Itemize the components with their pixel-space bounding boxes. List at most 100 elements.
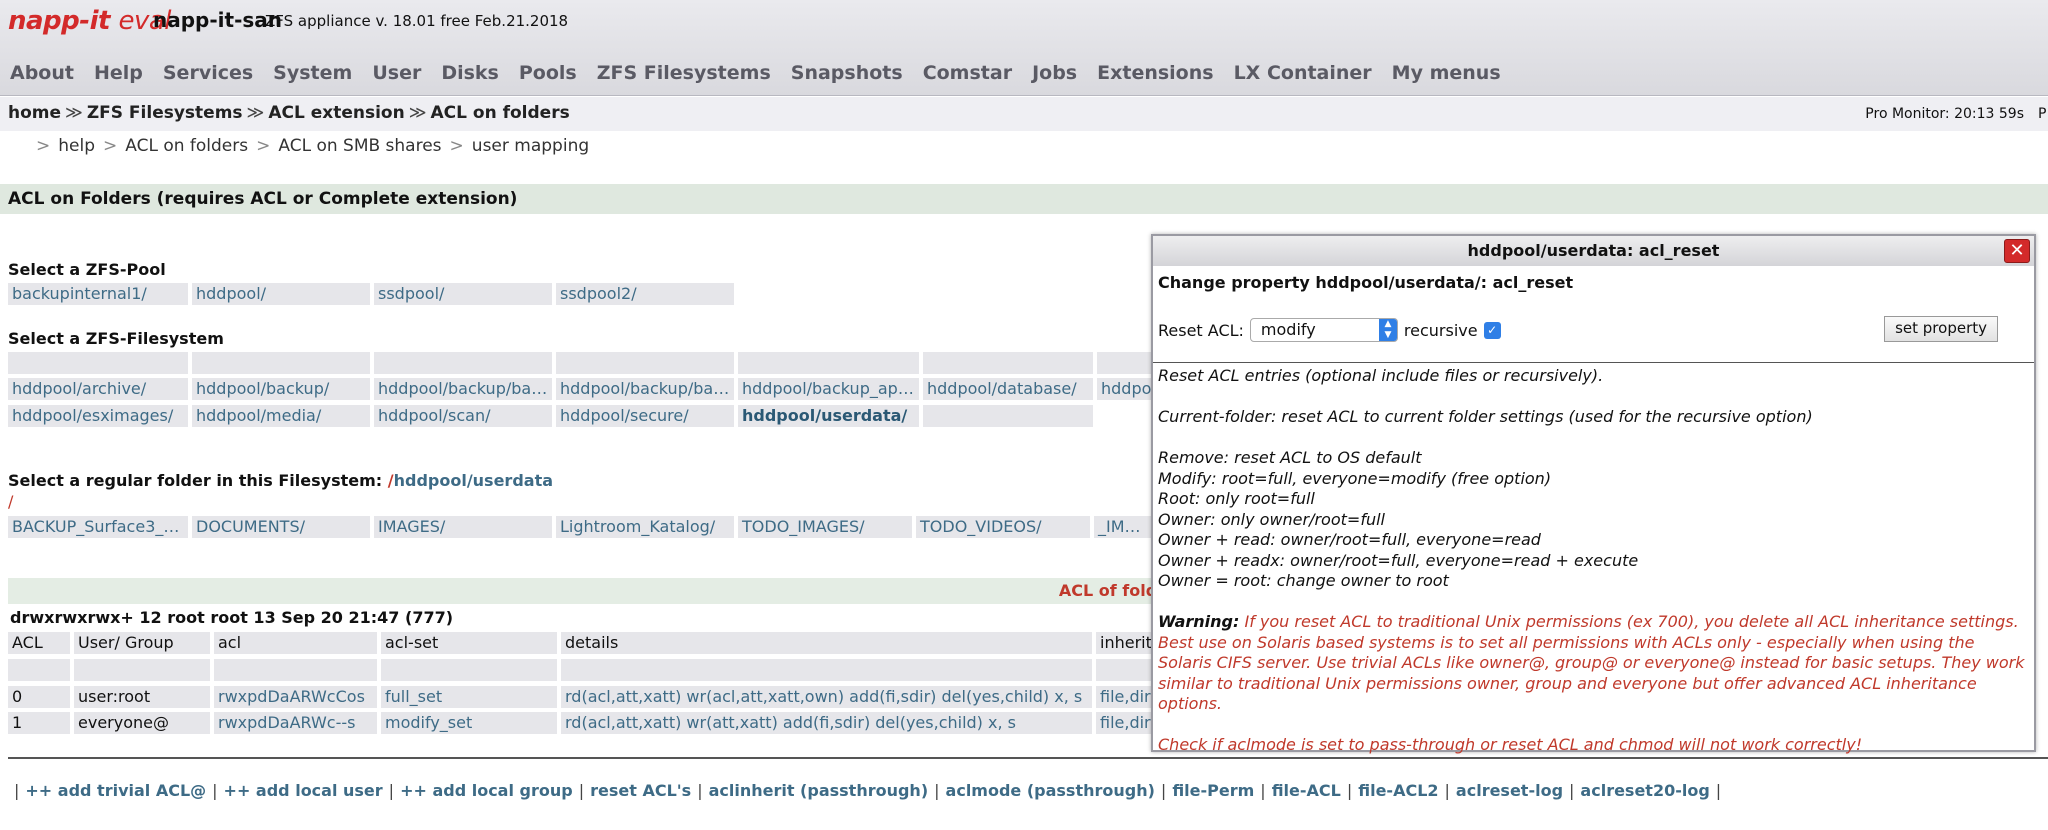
folder-item[interactable]: DOCUMENTS/ (192, 516, 370, 538)
filesystem-item[interactable] (923, 405, 1093, 427)
filesystem-item[interactable]: hddpool/esximages/ (8, 405, 188, 427)
filesystem-item[interactable]: hddpool/database/ (923, 378, 1093, 400)
file-acl-link[interactable]: file-ACL (1272, 781, 1341, 800)
add-local-group-link[interactable]: ++ add local group (400, 781, 573, 800)
pool-label: Select a ZFS-Pool (8, 260, 166, 279)
filesystem-item[interactable]: hddpool/backup/bac.. (374, 378, 552, 400)
app-name: napp-it-san (153, 8, 283, 32)
filesystem-item[interactable]: hddpo (1097, 378, 1157, 400)
pool-list: backupinternal1/ hddpool/ ssdpool/ ssdpo… (8, 283, 734, 305)
acl-set-link[interactable]: full_set (381, 686, 557, 708)
breadcrumb-zfs-filesystems[interactable]: ZFS Filesystems (87, 103, 243, 123)
dialog-subtitle: Change property hddpool/userdata/: acl_r… (1158, 273, 1574, 292)
acl-of-folder-bar: ACL of folde (8, 578, 1168, 604)
dialog-title-bar[interactable]: hddpool/userdata: acl_reset ✕ (1153, 236, 2034, 266)
aclreset20-log-link[interactable]: aclreset20-log (1580, 781, 1709, 800)
filesystem-item[interactable]: hddpool/scan/ (374, 405, 552, 427)
section-title: ACL on Folders (requires ACL or Complete… (0, 184, 2048, 214)
breadcrumb-acl-on-folders[interactable]: ACL on folders (431, 103, 570, 123)
recursive-label: recursive (1403, 320, 1478, 340)
menu-pools[interactable]: Pools (509, 62, 587, 84)
warning-text: Warning: If you reset ACL to traditional… (1158, 612, 2025, 713)
menu-system[interactable]: System (263, 62, 362, 84)
folder-item[interactable]: TODO_VIDEOS/ (916, 516, 1090, 538)
folder-item[interactable]: BACKUP_Surface3_Wi.. (8, 516, 188, 538)
aclmode-link[interactable]: aclmode (passthrough) (946, 781, 1155, 800)
dialog-help-text: Reset ACL entries (optional include file… (1158, 366, 2028, 756)
filesystem-item-selected[interactable]: hddpool/userdata/ (738, 405, 919, 427)
filesystem-item[interactable]: hddpool/secure/ (556, 405, 734, 427)
pool-item[interactable]: ssdpool2/ (556, 283, 734, 305)
acl-set-link[interactable]: modify_set (381, 712, 557, 734)
menu-disks[interactable]: Disks (431, 62, 509, 84)
acl-inheritance-link[interactable]: file,dir (1096, 712, 1156, 734)
filesystem-header-row (8, 352, 1157, 374)
breadcrumb-acl-extension[interactable]: ACL extension (268, 103, 404, 123)
file-perm-link[interactable]: file-Perm (1172, 781, 1254, 800)
subnav-acl-on-folders[interactable]: ACL on folders (125, 136, 248, 156)
aclreset-log-link[interactable]: aclreset-log (1456, 781, 1563, 800)
reset-acl-select[interactable]: modify ▲ ▼ (1249, 318, 1398, 342)
menu-zfs-filesystems[interactable]: ZFS Filesystems (587, 62, 781, 84)
reset-acls-link[interactable]: reset ACL's (590, 781, 691, 800)
acl-inheritance-link[interactable]: file,dir (1096, 686, 1156, 708)
subnav-acl-on-smb-shares[interactable]: ACL on SMB shares (278, 136, 441, 156)
menu-comstar[interactable]: Comstar (913, 62, 1022, 84)
acl-details-link[interactable]: rd(acl,att,xatt) wr(att,xatt) add(fi,sdi… (561, 712, 1092, 734)
pool-item[interactable]: backupinternal1/ (8, 283, 188, 305)
add-trivial-acl-link[interactable]: ++ add trivial ACL@ (25, 781, 206, 800)
set-property-button[interactable]: set property (1884, 316, 1998, 342)
folder-item[interactable]: TODO_IMAGES/ (738, 516, 912, 538)
pool-item[interactable]: hddpool/ (192, 283, 370, 305)
folder-list: BACKUP_Surface3_Wi.. DOCUMENTS/ IMAGES/ … (8, 516, 1154, 538)
breadcrumb-home[interactable]: home (8, 103, 61, 123)
menu-about[interactable]: About (0, 62, 84, 84)
menu-user[interactable]: User (362, 62, 431, 84)
col-inheritance: inheritan (1096, 632, 1156, 654)
app-header: napp-it eval napp-it-san ZFS appliance v… (0, 0, 2048, 96)
pro-monitor[interactable]: Pro Monitor: 20:13 59s (1865, 106, 2024, 122)
close-icon[interactable]: ✕ (2004, 239, 2030, 263)
subnav-user-mapping[interactable]: user mapping (472, 136, 589, 156)
reset-acl-label: Reset ACL: (1158, 320, 1244, 340)
acl-table-header: ACL User/ Group acl acl-set details inhe… (8, 632, 1156, 654)
folder-item[interactable]: _IMPOR (1094, 516, 1154, 538)
menu-lx-container[interactable]: LX Container (1224, 62, 1382, 84)
pool-item[interactable]: ssdpool/ (374, 283, 552, 305)
menu-help[interactable]: Help (84, 62, 153, 84)
chevron-updown-icon: ▲ ▼ (1378, 319, 1397, 341)
acl-edit-link[interactable]: rwxpdDaARWc--s (214, 712, 377, 734)
folder-item[interactable]: Lightroom_Katalog/ (556, 516, 734, 538)
divider (8, 757, 2048, 759)
footer-actions: | ++ add trivial ACL@ | ++ add local use… (14, 781, 1722, 800)
subnav-help[interactable]: help (58, 136, 95, 156)
folder-root-link[interactable]: / (8, 492, 13, 511)
filesystem-item[interactable]: hddpool/backup/bac.. (556, 378, 734, 400)
aclinherit-link[interactable]: aclinherit (passthrough) (709, 781, 929, 800)
filesystem-item[interactable]: hddpool/backup_app.. (738, 378, 919, 400)
filesystem-label: Select a ZFS-Filesystem (8, 329, 224, 348)
menu-my-menus[interactable]: My menus (1382, 62, 1511, 84)
file-acl2-link[interactable]: file-ACL2 (1358, 781, 1438, 800)
breadcrumb-bar: home ≫ ZFS Filesystems ≫ ACL extension ≫ ACL o… (0, 97, 2048, 131)
acl-edit-link[interactable]: rwxpdDaARWcCos (214, 686, 377, 708)
menu-snapshots[interactable]: Snapshots (781, 62, 913, 84)
menu-extensions[interactable]: Extensions (1087, 62, 1223, 84)
filesystem-item[interactable]: hddpool/archive/ (8, 378, 188, 400)
add-local-user-link[interactable]: ++ add local user (224, 781, 383, 800)
folder-item[interactable]: IMAGES/ (374, 516, 552, 538)
napp-it-logo[interactable]: napp-it eval (8, 6, 172, 36)
table-row-spacer (8, 659, 1156, 681)
dialog-divider (1153, 362, 2034, 363)
col-acl-set: acl-set (381, 632, 557, 654)
breadcrumb: home ≫ ZFS Filesystems ≫ ACL extension ≫ ACL o… (8, 103, 570, 123)
folder-path-link[interactable]: hddpool/userdata (394, 471, 553, 490)
menu-jobs[interactable]: Jobs (1022, 62, 1087, 84)
recursive-checkbox[interactable]: ✓ (1483, 321, 1501, 339)
filesystem-row: hddpool/esximages/ hddpool/media/ hddpoo… (8, 405, 1093, 427)
filesystem-row: hddpool/archive/ hddpool/backup/ hddpool… (8, 378, 1157, 400)
filesystem-item[interactable]: hddpool/media/ (192, 405, 370, 427)
filesystem-item[interactable]: hddpool/backup/ (192, 378, 370, 400)
acl-details-link[interactable]: rd(acl,att,xatt) wr(acl,att,xatt,own) ad… (561, 686, 1092, 708)
menu-services[interactable]: Services (153, 62, 263, 84)
